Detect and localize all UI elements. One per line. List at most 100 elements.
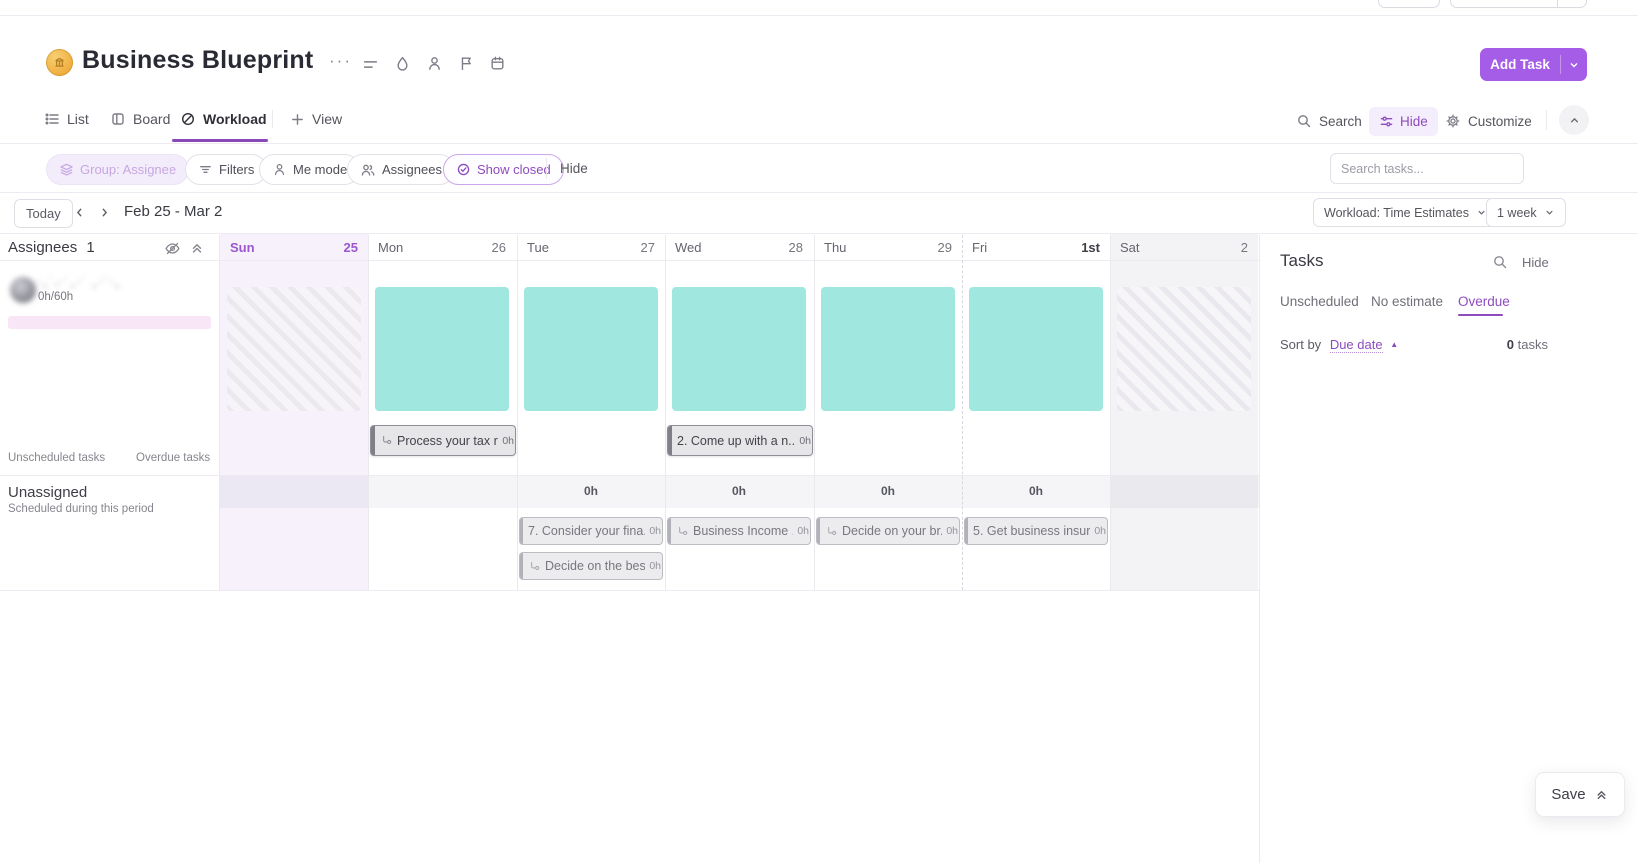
day-date: 28 bbox=[789, 240, 803, 255]
topbar-partial-button[interactable] bbox=[1378, 0, 1440, 8]
filters-button[interactable]: Filters bbox=[185, 154, 267, 185]
customize-button[interactable]: Customize bbox=[1445, 113, 1532, 129]
task-card[interactable]: 5. Get business insur... 0h bbox=[964, 517, 1108, 545]
sort-field-button[interactable]: Due date bbox=[1330, 337, 1383, 353]
card-drag-handle[interactable] bbox=[668, 518, 671, 544]
person-icon[interactable] bbox=[426, 55, 443, 72]
assignees-title-text: Assignees bbox=[8, 239, 77, 256]
capacity-block-thu[interactable] bbox=[821, 287, 955, 411]
add-task-button[interactable]: Add Task bbox=[1480, 48, 1587, 81]
card-drag-handle[interactable] bbox=[520, 518, 523, 544]
card-drag-handle[interactable] bbox=[817, 518, 820, 544]
chevron-left-icon bbox=[73, 206, 86, 219]
add-task-label: Add Task bbox=[1480, 57, 1560, 72]
unscheduled-tasks-link[interactable]: Unscheduled tasks bbox=[8, 452, 105, 464]
unassigned-total-thu: 0h bbox=[814, 475, 962, 508]
description-lines-icon[interactable] bbox=[362, 56, 379, 73]
task-card[interactable]: 7. Consider your fina... 0h bbox=[519, 517, 663, 545]
col-border-sat bbox=[1110, 235, 1111, 590]
assignees-button[interactable]: Assignees bbox=[347, 154, 455, 185]
assignees-count: 1 bbox=[86, 239, 94, 256]
card-drag-handle[interactable] bbox=[668, 426, 672, 455]
tabs-bottom-border bbox=[0, 143, 1638, 144]
workload-view: Business Blueprint ··· Add Task List Boa… bbox=[0, 0, 1638, 863]
customize-label: Customize bbox=[1468, 114, 1532, 129]
capacity-block-fri[interactable] bbox=[969, 287, 1103, 411]
task-title: Process your tax r... bbox=[397, 434, 498, 448]
more-menu-button[interactable]: ··· bbox=[329, 51, 352, 71]
workload-mode-dropdown[interactable]: Workload: Time Estimates bbox=[1313, 198, 1498, 227]
task-title: 7. Consider your fina... bbox=[528, 524, 645, 538]
tab-workload[interactable]: Workload bbox=[180, 111, 267, 127]
task-card[interactable]: 2. Come up with a n... 0h bbox=[667, 425, 813, 456]
unassigned-section-subtitle: Scheduled during this period bbox=[8, 503, 154, 515]
tab-list[interactable]: List bbox=[44, 111, 89, 127]
task-estimate: 0h bbox=[502, 435, 514, 447]
eye-off-icon[interactable] bbox=[164, 240, 181, 257]
tasks-tab-overdue[interactable]: Overdue bbox=[1458, 294, 1510, 309]
gear-icon bbox=[1445, 113, 1461, 129]
plus-icon bbox=[290, 112, 305, 127]
assignee-avatar[interactable] bbox=[10, 277, 36, 303]
droplet-icon[interactable] bbox=[394, 55, 411, 72]
card-drag-handle[interactable] bbox=[520, 553, 523, 579]
unassigned-total-tue: 0h bbox=[517, 475, 665, 508]
capacity-block-tue[interactable] bbox=[524, 287, 658, 411]
task-card[interactable]: Business Income ... 0h bbox=[667, 517, 811, 545]
day-header-wed: Wed28 bbox=[665, 235, 813, 260]
prev-week-button[interactable] bbox=[68, 201, 90, 223]
collapse-header-button[interactable] bbox=[1559, 105, 1589, 135]
tasks-hide-button[interactable]: Hide bbox=[1522, 255, 1549, 270]
flag-icon[interactable] bbox=[458, 55, 475, 72]
period-dropdown[interactable]: 1 week bbox=[1486, 198, 1566, 227]
card-drag-handle[interactable] bbox=[965, 518, 968, 544]
off-day-block-sat bbox=[1117, 287, 1251, 411]
group-by-pill[interactable]: Group: Assignee bbox=[46, 154, 189, 185]
task-estimate: 0h bbox=[649, 560, 661, 572]
collapse-panel-icon[interactable] bbox=[189, 240, 205, 256]
hide-toggle-button[interactable]: Hide bbox=[1369, 107, 1438, 136]
capacity-block-wed[interactable] bbox=[672, 287, 806, 411]
card-drag-handle[interactable] bbox=[371, 426, 375, 455]
me-mode-person-icon bbox=[272, 162, 287, 177]
tab-board[interactable]: Board bbox=[110, 111, 170, 127]
col-border-wed bbox=[665, 235, 666, 590]
show-closed-label: Show closed bbox=[477, 162, 551, 177]
tasks-active-tab-underline bbox=[1458, 314, 1503, 316]
today-button[interactable]: Today bbox=[14, 199, 73, 228]
overdue-tasks-link[interactable]: Overdue tasks bbox=[136, 452, 210, 464]
tasks-panel-title: Tasks bbox=[1280, 251, 1323, 271]
task-card[interactable]: Decide on the bes... 0h bbox=[519, 552, 663, 580]
toolbar-bottom-border bbox=[0, 192, 1638, 193]
tasks-search-icon[interactable] bbox=[1492, 254, 1508, 270]
search-tasks-input[interactable] bbox=[1330, 153, 1524, 184]
filter-icon bbox=[198, 162, 213, 177]
capacity-block-mon[interactable] bbox=[375, 287, 509, 411]
toolbar-divider-1 bbox=[169, 158, 170, 179]
task-card[interactable]: Process your tax r... 0h bbox=[370, 425, 516, 456]
chevron-up-icon bbox=[1568, 114, 1581, 127]
assignees-label: Assignees bbox=[382, 162, 442, 177]
calendar-bottom-border bbox=[0, 590, 1259, 591]
page-title: Business Blueprint bbox=[82, 46, 313, 75]
task-title: Decide on your br... bbox=[842, 524, 942, 538]
toolbar-hide-button[interactable]: Hide bbox=[560, 161, 588, 176]
save-button[interactable]: Save bbox=[1535, 772, 1625, 817]
calendar-icon[interactable] bbox=[489, 55, 506, 72]
sort-ascending-icon[interactable]: ▲ bbox=[1390, 340, 1398, 349]
topbar-partial-split-button[interactable] bbox=[1450, 0, 1587, 8]
tasks-tab-unscheduled[interactable]: Unscheduled bbox=[1280, 294, 1359, 309]
subtask-icon bbox=[825, 525, 838, 538]
tasks-tab-no-estimate[interactable]: No estimate bbox=[1371, 294, 1443, 309]
month-boundary-dashed-border bbox=[962, 235, 963, 590]
task-card[interactable]: Decide on your br... 0h bbox=[816, 517, 960, 545]
assignee-name-redacted: ·¸˙‚·˙¸·˙ ¸·˙·¸ bbox=[38, 276, 138, 288]
me-mode-button[interactable]: Me mode bbox=[259, 154, 360, 185]
workspace-avatar[interactable] bbox=[46, 49, 73, 76]
search-button[interactable]: Search bbox=[1296, 113, 1362, 129]
next-week-button[interactable] bbox=[93, 201, 115, 223]
chevron-down-icon[interactable] bbox=[1561, 59, 1587, 71]
add-view-button[interactable]: View bbox=[290, 111, 342, 127]
day-date: 25 bbox=[344, 240, 358, 255]
board-icon bbox=[110, 111, 126, 127]
